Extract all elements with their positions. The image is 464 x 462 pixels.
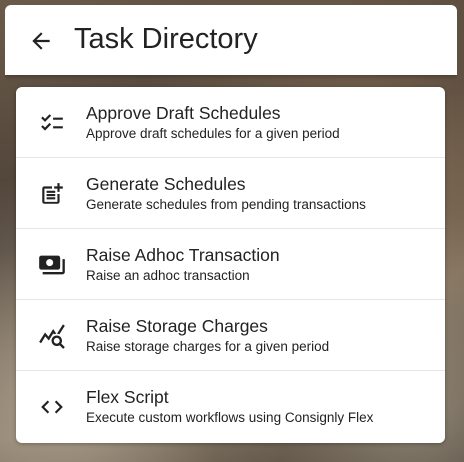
task-title: Flex Script	[86, 387, 169, 407]
task-item-flex-script[interactable]: Flex Script Execute custom workflows usi…	[16, 371, 445, 442]
task-title: Approve Draft Schedules	[86, 103, 281, 123]
task-directory-dialog: Task Directory Approve Draft Schedules A…	[5, 5, 457, 457]
payments-icon	[38, 251, 66, 279]
task-description: Execute custom workflows using Consignly…	[86, 410, 374, 425]
task-description: Approve draft schedules for a given peri…	[86, 126, 340, 141]
task-item-raise-adhoc-transaction[interactable]: Raise Adhoc Transaction Raise an adhoc t…	[16, 229, 445, 300]
task-description: Generate schedules from pending transact…	[86, 197, 366, 212]
task-description: Raise an adhoc transaction	[86, 268, 250, 283]
task-title: Raise Storage Charges	[86, 316, 268, 336]
back-button[interactable]	[27, 27, 55, 55]
header-bar: Task Directory	[5, 5, 457, 75]
code-icon	[38, 393, 66, 421]
task-title: Raise Adhoc Transaction	[86, 245, 280, 265]
task-title: Generate Schedules	[86, 174, 246, 194]
post-add-icon	[38, 180, 66, 208]
task-item-raise-storage-charges[interactable]: Raise Storage Charges Raise storage char…	[16, 300, 445, 371]
task-item-approve-draft-schedules[interactable]: Approve Draft Schedules Approve draft sc…	[16, 87, 445, 158]
task-item-generate-schedules[interactable]: Generate Schedules Generate schedules fr…	[16, 158, 445, 229]
task-list: Approve Draft Schedules Approve draft sc…	[16, 87, 445, 443]
checklist-icon	[38, 109, 66, 137]
page-title: Task Directory	[74, 23, 258, 55]
arrow-left-icon	[28, 28, 54, 54]
query-stats-icon	[38, 322, 66, 350]
task-description: Raise storage charges for a given period	[86, 339, 330, 354]
